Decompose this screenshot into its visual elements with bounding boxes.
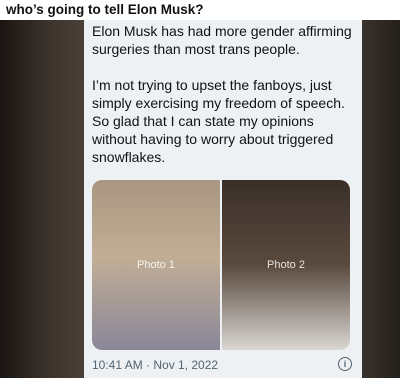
screenshot-frame: Elon Musk has had more gender affirming … [0,20,400,378]
tweet-paragraph: I’m not trying to upset the fanboys, jus… [92,77,345,165]
tweet-timestamp[interactable]: 10:41 AM · Nov 1, 2022 [92,358,218,372]
photo-placeholder-label: Photo 2 [267,259,305,271]
info-icon[interactable]: i [338,357,352,371]
tweet-photo-right[interactable]: Photo 2 [222,180,350,350]
tweet-card[interactable]: Elon Musk has had more gender affirming … [84,20,362,378]
tweet-photo-left[interactable]: Photo 1 [92,180,220,350]
photo-placeholder-label: Photo 1 [137,259,175,271]
tweet-text: Elon Musk has had more gender affirming … [92,22,360,184]
tweet-paragraph: Elon Musk has had more gender affirming … [92,23,352,57]
tweet-media[interactable]: Photo 1 Photo 2 [92,180,350,350]
post-caption: who’s going to tell Elon Musk? [6,2,204,17]
